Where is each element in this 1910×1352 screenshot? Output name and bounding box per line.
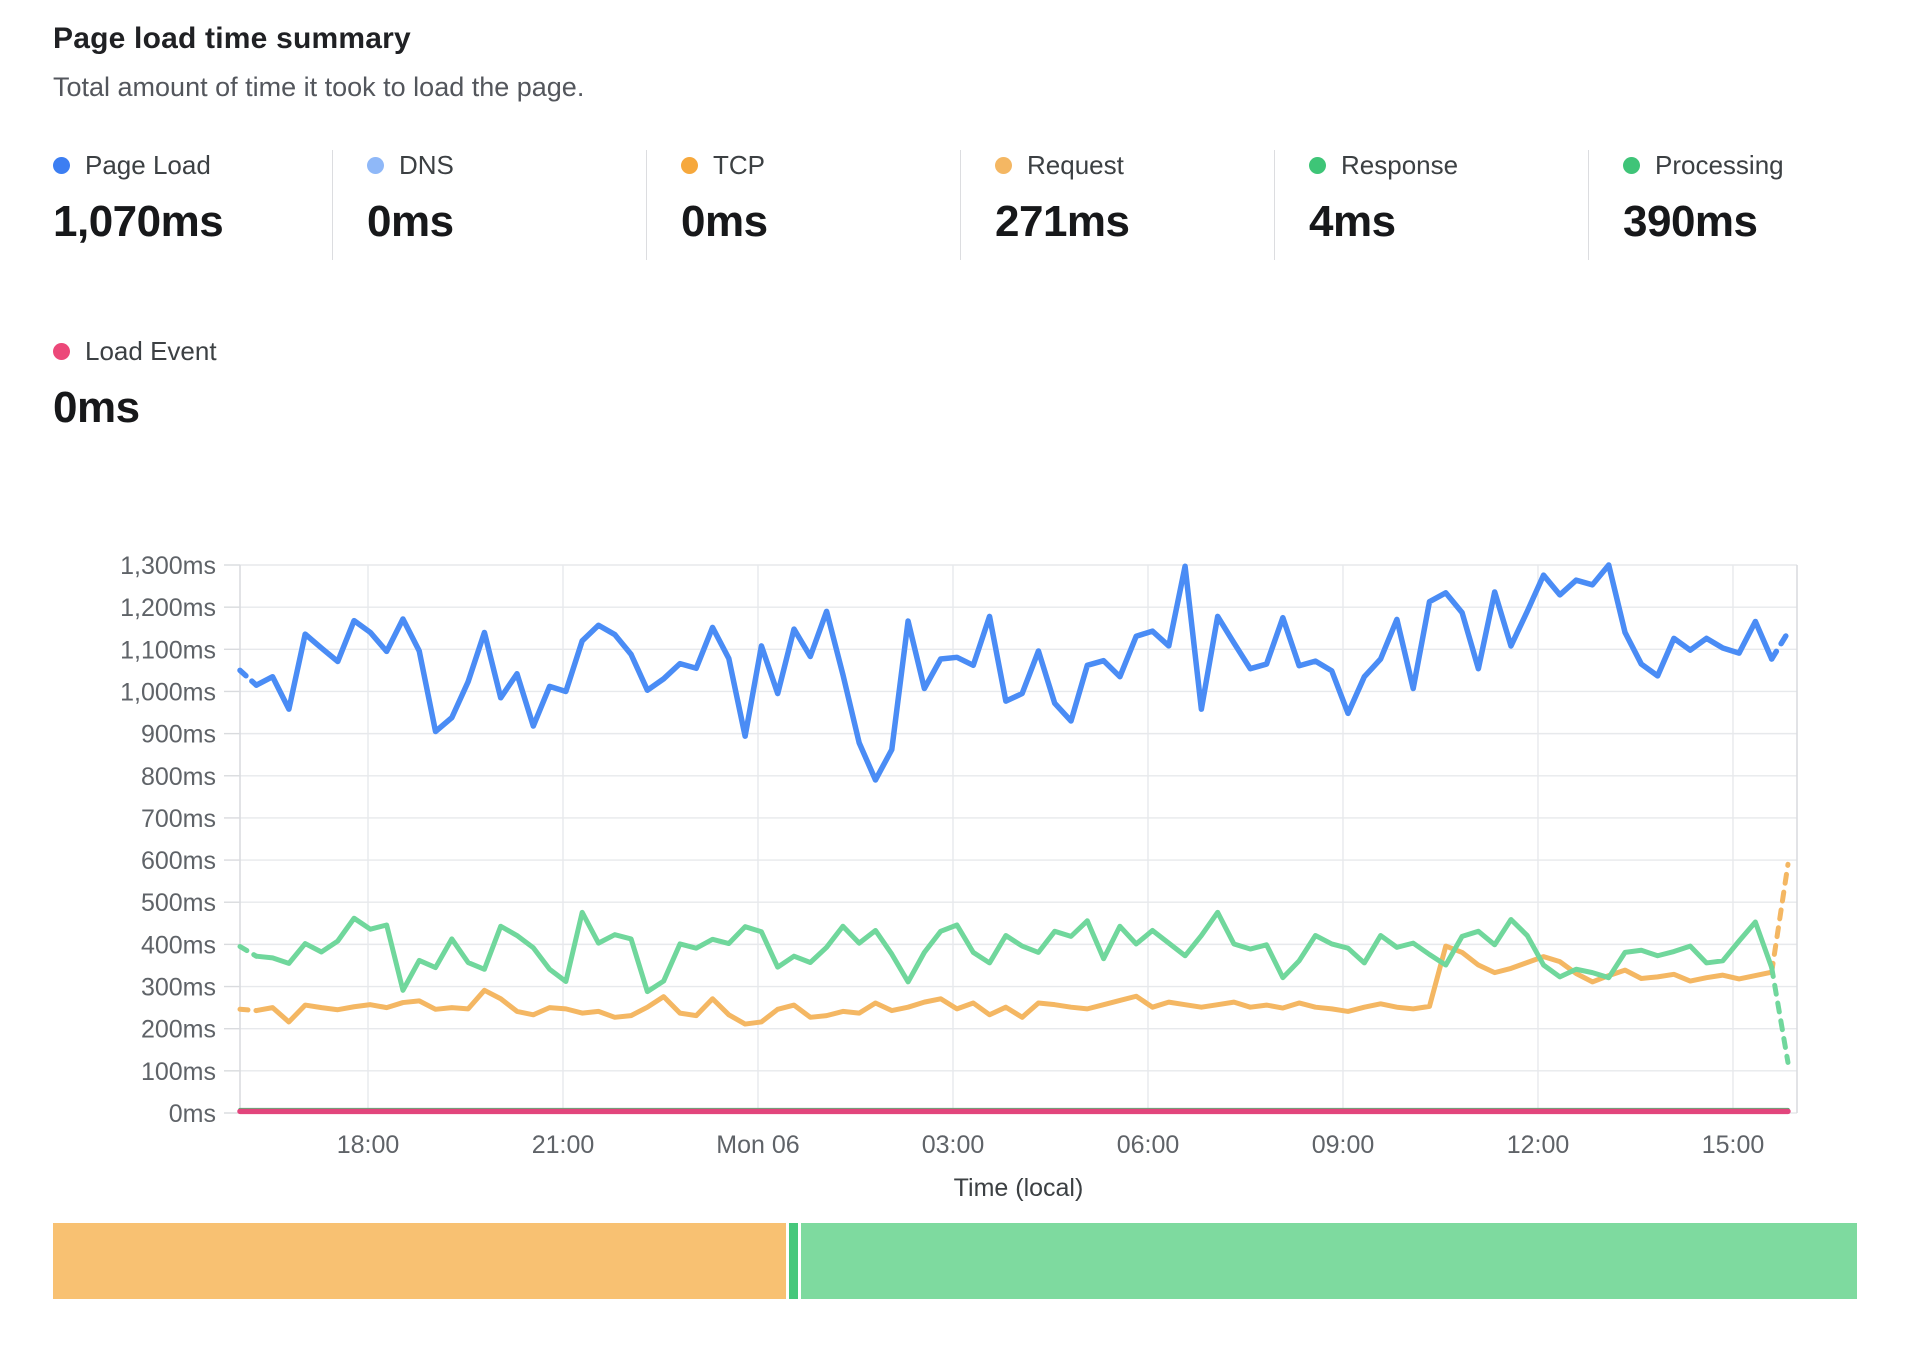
series-processing-lead-dash bbox=[240, 946, 256, 956]
x-tick-label: 18:00 bbox=[337, 1131, 400, 1159]
y-tick-label: 800ms bbox=[141, 763, 216, 791]
x-tick-label: 03:00 bbox=[922, 1131, 985, 1159]
y-tick-label: 400ms bbox=[141, 931, 216, 959]
series-page-load-lead-dash bbox=[240, 670, 256, 685]
series-processing-tail-dash bbox=[1772, 968, 1788, 1063]
y-tick-label: 1,200ms bbox=[120, 594, 216, 622]
series-request-tail-dash bbox=[1772, 864, 1788, 972]
y-tick-label: 500ms bbox=[141, 889, 216, 917]
y-tick-label: 700ms bbox=[141, 805, 216, 833]
series-page-load bbox=[256, 565, 1771, 780]
series-request-lead-dash bbox=[240, 1009, 256, 1010]
series-processing bbox=[256, 912, 1771, 991]
timeline-segment-up-period bbox=[801, 1223, 1857, 1299]
y-tick-label: 1,100ms bbox=[120, 636, 216, 664]
y-tick-label: 1,000ms bbox=[120, 678, 216, 706]
y-tick-label: 900ms bbox=[141, 721, 216, 749]
timeline-segment-warning-period bbox=[53, 1223, 786, 1299]
y-tick-label: 600ms bbox=[141, 847, 216, 875]
page-load-timeseries-chart[interactable]: 0ms 100ms 200ms 300ms 400ms 500ms 600ms 700ms 80… bbox=[0, 0, 1910, 1352]
series-request bbox=[256, 946, 1771, 1024]
y-tick-label: 200ms bbox=[141, 1016, 216, 1044]
status-timeline-bar[interactable] bbox=[53, 1223, 1856, 1299]
y-tick-label: 1,300ms bbox=[120, 552, 216, 580]
x-tick-label: 12:00 bbox=[1507, 1131, 1570, 1159]
y-tick-label: 0ms bbox=[169, 1100, 216, 1128]
y-tick-label: 100ms bbox=[141, 1058, 216, 1086]
timeline-segment-up-period-short bbox=[789, 1223, 798, 1299]
x-tick-label: Mon 06 bbox=[716, 1131, 799, 1159]
y-tick-label: 300ms bbox=[141, 974, 216, 1002]
x-tick-label: 21:00 bbox=[532, 1131, 595, 1159]
x-tick-label: 15:00 bbox=[1702, 1131, 1765, 1159]
series-page-load-tail-dash bbox=[1772, 632, 1788, 659]
x-tick-label: 09:00 bbox=[1312, 1131, 1375, 1159]
x-tick-label: 06:00 bbox=[1117, 1131, 1180, 1159]
x-axis-title: Time (local) bbox=[954, 1174, 1084, 1202]
